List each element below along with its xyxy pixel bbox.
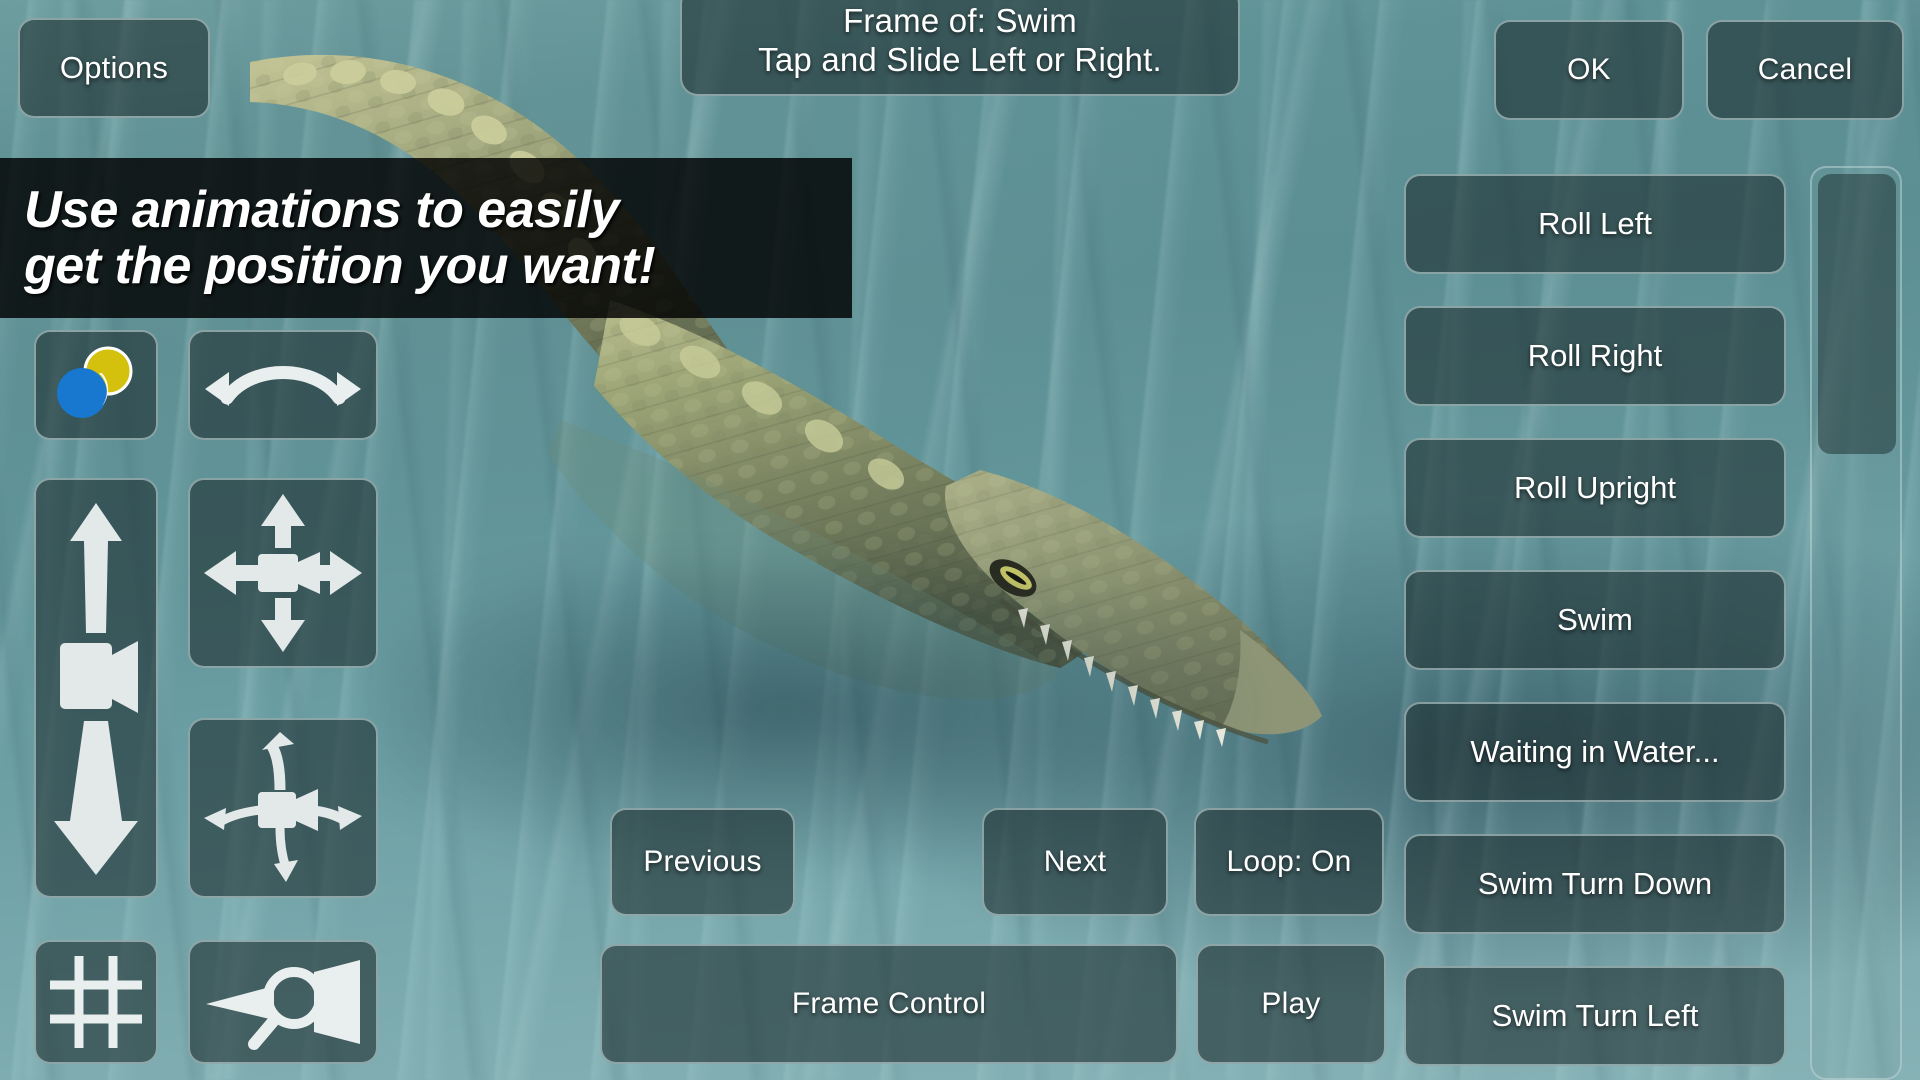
promo-line2: get the position you want! — [24, 237, 656, 295]
previous-label: Previous — [643, 845, 762, 879]
dolly-camera-button[interactable] — [34, 478, 158, 898]
frame-control-label: Frame Control — [791, 987, 987, 1021]
animation-list-item[interactable]: Roll Left — [1404, 174, 1786, 274]
animation-label: Roll Right — [1527, 338, 1663, 373]
animation-list-item[interactable]: Waiting in Water... — [1404, 702, 1786, 802]
play-label: Play — [1261, 987, 1321, 1021]
promo-line1: Use animations to easily — [24, 180, 619, 239]
animation-list-item[interactable]: Swim — [1404, 570, 1786, 670]
move-camera-3d-button[interactable] — [188, 718, 378, 898]
animation-label: Swim Turn Left — [1491, 998, 1699, 1033]
app-root: Options Frame of: Swim Tap and Slide Lef… — [0, 0, 1920, 1080]
ok-button[interactable]: OK — [1494, 20, 1684, 120]
frame-title-line2: Tap and Slide Left or Right. — [758, 41, 1162, 78]
loop-label: Loop: On — [1226, 845, 1352, 879]
animation-label: Roll Left — [1538, 206, 1652, 241]
play-button[interactable]: Play — [1196, 944, 1386, 1064]
orbit-camera-button[interactable] — [188, 330, 378, 440]
animation-list-item[interactable]: Swim Turn Down — [1404, 834, 1786, 934]
animation-label: Roll Upright — [1514, 470, 1676, 505]
animation-list-item[interactable]: Swim Turn Left — [1404, 966, 1786, 1066]
animation-label: Swim — [1557, 602, 1633, 637]
promo-banner: Use animations to easily get the positio… — [0, 158, 852, 318]
zoom-camera-button[interactable] — [188, 940, 378, 1064]
cancel-button[interactable]: Cancel — [1706, 20, 1904, 120]
move-camera-3d-icon — [204, 732, 362, 882]
zoom-camera-icon — [206, 960, 360, 1050]
next-frame-button[interactable]: Next — [982, 808, 1168, 916]
grid-icon — [50, 956, 142, 1048]
animation-list-item[interactable]: Roll Upright — [1404, 438, 1786, 538]
dolly-camera-icon — [54, 503, 138, 875]
ok-label: OK — [1567, 53, 1611, 87]
scrollbar-thumb[interactable] — [1818, 174, 1896, 454]
loop-toggle-button[interactable]: Loop: On — [1194, 808, 1384, 916]
frame-title-panel: Frame of: Swim Tap and Slide Left or Rig… — [680, 0, 1240, 96]
pan-camera-button[interactable] — [188, 478, 378, 668]
color-picker-button[interactable] — [34, 330, 158, 440]
orbit-camera-icon — [205, 366, 361, 406]
color-picker-icon — [57, 346, 133, 418]
animation-label: Waiting in Water... — [1470, 734, 1720, 769]
frame-title-line1: Frame of: Swim — [843, 2, 1077, 40]
pan-camera-icon — [204, 494, 362, 652]
previous-frame-button[interactable]: Previous — [610, 808, 795, 916]
options-button[interactable]: Options — [18, 18, 210, 118]
cancel-label: Cancel — [1757, 53, 1853, 87]
animation-label: Swim Turn Down — [1477, 866, 1713, 901]
grid-button[interactable] — [34, 940, 158, 1064]
options-label: Options — [59, 49, 169, 85]
next-label: Next — [1043, 845, 1107, 879]
animation-list-item[interactable]: Roll Right — [1404, 306, 1786, 406]
animation-list[interactable]: Roll Left Roll Right Roll Upright Swim W… — [1404, 174, 1786, 1080]
animation-list-scrollbar[interactable] — [1810, 166, 1902, 1080]
frame-control-slider[interactable]: Frame Control — [600, 944, 1178, 1064]
